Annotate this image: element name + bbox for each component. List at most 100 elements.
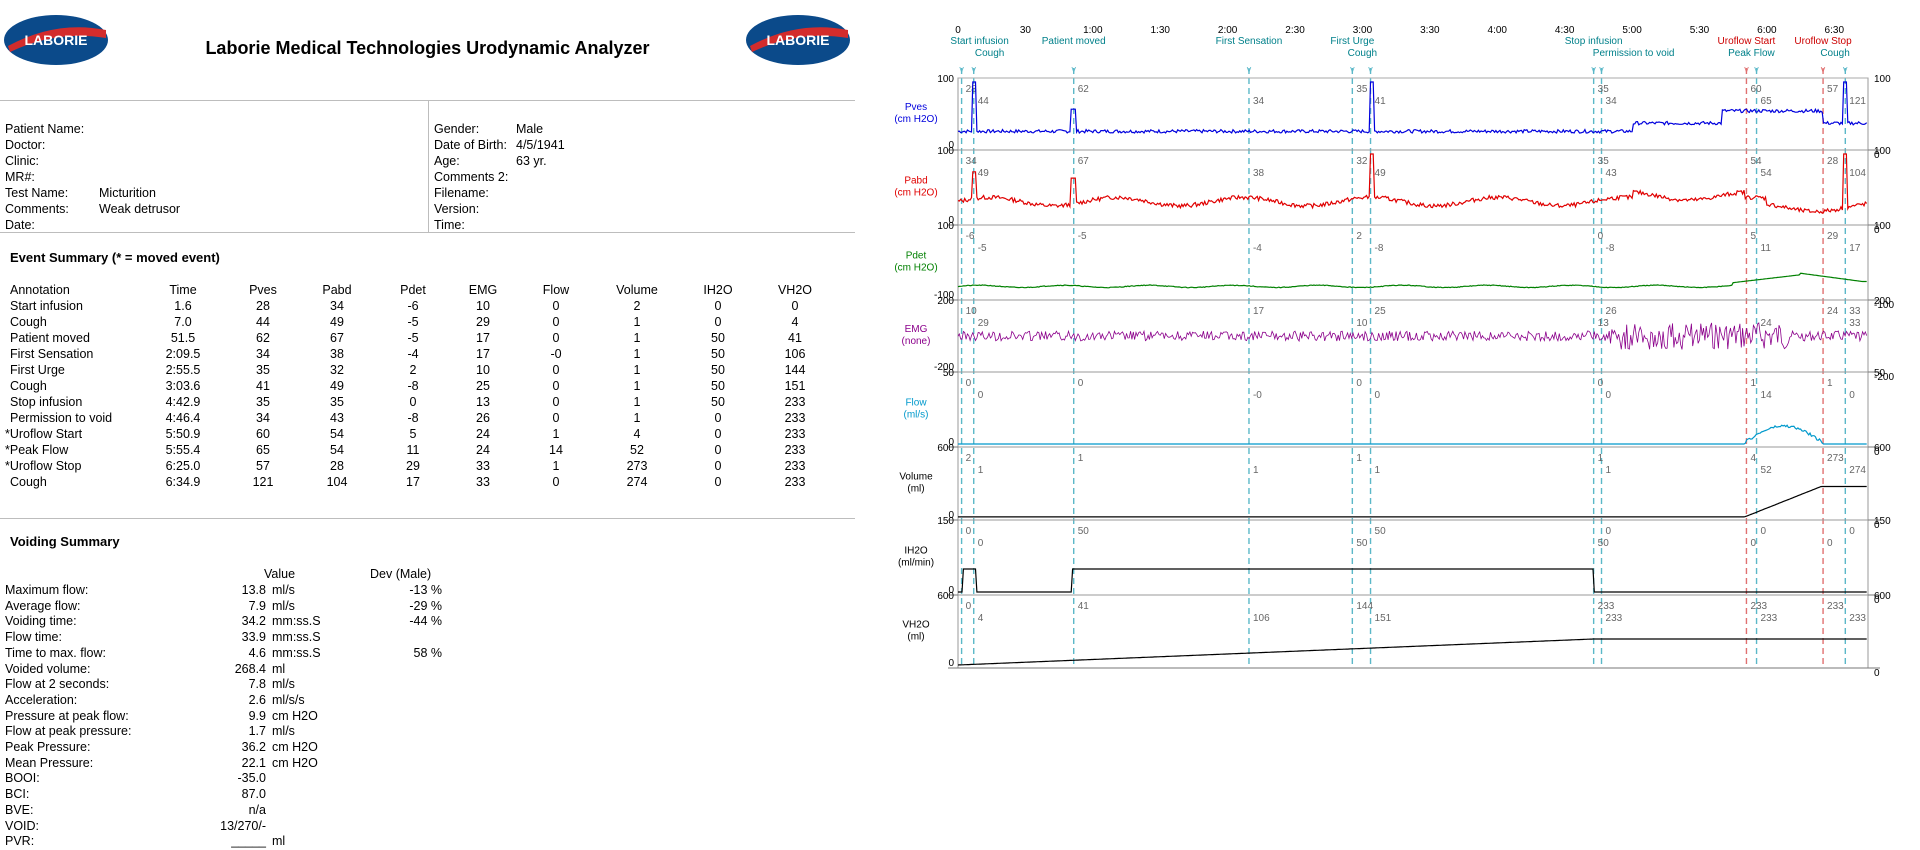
urodynamic-chart: 0 30 1:00 1:30 2:00 2:30 3:00 3:30 4:00 4:30 5:00 5… <box>880 0 1920 850</box>
trace-pabd <box>957 153 1868 214</box>
column-header: Pdet <box>400 283 426 297</box>
patient-field: Test Name: Micturition <box>5 185 425 201</box>
channel-value-label: 49 <box>1375 168 1387 179</box>
table-cell: 4 <box>633 427 641 441</box>
channel-value-label: 44 <box>978 96 990 107</box>
time-tick-label: 4:00 <box>1488 25 1508 36</box>
patient-field: MR#: <box>5 169 425 185</box>
scale-max: 150 <box>1874 516 1891 527</box>
channel-value-label: 274 <box>1849 465 1866 476</box>
time-tick-label: 1:00 <box>1083 25 1103 36</box>
voiding-row: Average flow: 7.9 ml/s -29 % <box>0 598 855 614</box>
table-cell: -5 <box>407 315 419 329</box>
voiding-unit: ml <box>272 661 286 676</box>
channel-value-label: 0 <box>1827 538 1833 549</box>
channel-value-label: 17 <box>1253 306 1265 317</box>
table-cell: Cough <box>10 379 47 393</box>
table-cell: 17 <box>476 347 490 361</box>
channel-value-label: 34 <box>1606 96 1618 107</box>
table-cell: 65 <box>256 443 270 457</box>
table-cell: 1 <box>633 411 641 425</box>
table-cell: 2:55.5 <box>165 363 201 377</box>
field-label: MR#: <box>5 170 35 184</box>
channel-value-label: 25 <box>1375 306 1387 317</box>
time-tick-label: 0 <box>955 25 961 36</box>
channel-value-label: 29 <box>978 318 990 329</box>
field-label: Time: <box>434 218 465 232</box>
event-label: First Urge <box>1330 36 1374 47</box>
voiding-unit: ml/s <box>272 724 295 739</box>
voiding-unit: ml/s <box>272 677 295 692</box>
voiding-unit: ml/s <box>272 583 295 597</box>
channel-unit: (cm H2O) <box>894 188 937 199</box>
channel-value-label: 13 <box>1598 318 1610 329</box>
field-label: Date of Birth: <box>434 138 507 152</box>
table-cell: 5:50.9 <box>165 427 201 441</box>
voiding-dev: -13 % <box>409 583 442 597</box>
table-cell: 32 <box>330 363 344 377</box>
trace-volume <box>958 485 1867 518</box>
channel-value-label: 17 <box>1849 243 1861 254</box>
table-cell: 35 <box>256 363 270 377</box>
column-header: Pves <box>249 283 277 297</box>
table-row: Cough 7.0 44 49 -5 29 0 1 0 4 <box>0 314 855 330</box>
table-cell: -0 <box>550 347 562 361</box>
table-row: Start infusion 1.6 28 34 -6 10 0 2 0 0 <box>0 298 855 314</box>
voiding-label: Average flow: <box>5 598 81 613</box>
channel-value-label: 233 <box>1849 613 1866 624</box>
channel-value-label: 4 <box>1750 453 1756 464</box>
table-cell: 50 <box>711 347 725 361</box>
table-cell: 233 <box>784 411 806 425</box>
channel-value-label: 2 <box>966 453 972 464</box>
table-cell: -8 <box>407 411 419 425</box>
channel-name: Pabd <box>904 176 927 187</box>
table-cell: 50 <box>711 331 725 345</box>
scale-min: 0 <box>1874 668 1880 679</box>
channel-value-label: -0 <box>1253 390 1262 401</box>
channel-value-label: 0 <box>966 378 972 389</box>
table-cell: 233 <box>784 427 806 441</box>
time-tick-label: 30 <box>1020 25 1032 36</box>
trace-flow <box>958 424 1867 445</box>
voiding-unit: mm:ss.S <box>272 614 321 629</box>
table-cell: Patient moved <box>10 331 90 345</box>
channel-value-label: 151 <box>1375 613 1392 624</box>
scale-max: 50 <box>943 368 955 379</box>
scale-max: 100 <box>937 146 954 157</box>
table-cell: 1 <box>633 395 641 409</box>
channel-value-label: 0 <box>1078 378 1084 389</box>
table-cell: 43 <box>330 411 344 425</box>
event-label: Cough <box>1820 48 1849 59</box>
voiding-row: Flow at peak pressure: 1.7 ml/s <box>0 723 855 739</box>
table-cell: 0 <box>552 363 560 377</box>
channel-value-label: 0 <box>1750 538 1756 549</box>
voiding-value: 4.6 <box>248 645 266 660</box>
table-cell: 10 <box>476 363 490 377</box>
table-cell: 4 <box>791 315 799 329</box>
channel-value-label: 1 <box>978 465 984 476</box>
voiding-label: Pressure at peak flow: <box>5 708 129 723</box>
column-header: Dev (Male) <box>370 567 432 581</box>
time-tick-label: 3:30 <box>1420 25 1440 36</box>
trace-vh2o <box>957 638 1867 666</box>
channel-value-label: 0 <box>1598 378 1604 389</box>
scale-max: 100 <box>1874 221 1891 232</box>
time-tick-label: 2:30 <box>1285 25 1305 36</box>
table-cell: 50 <box>711 395 725 409</box>
channel-value-label: 28 <box>1827 156 1839 167</box>
field-label: Date: <box>5 218 35 232</box>
table-cell: 106 <box>784 347 806 361</box>
table-cell: 0 <box>552 331 560 345</box>
channel-name: Flow <box>905 398 927 409</box>
table-cell: 4:46.4 <box>165 411 201 425</box>
voiding-dev: 58 % <box>413 645 443 660</box>
table-cell: 151 <box>784 379 806 393</box>
table-cell: First Urge <box>10 363 65 377</box>
field-label: Patient Name: <box>5 122 85 136</box>
table-cell: 1 <box>633 315 641 329</box>
table-cell: 1.6 <box>174 299 192 313</box>
table-cell: 0 <box>552 475 560 489</box>
event-marker-caret: v <box>1843 64 1848 74</box>
voiding-summary-title: Voiding Summary <box>10 534 120 549</box>
column-header: Flow <box>542 283 570 297</box>
